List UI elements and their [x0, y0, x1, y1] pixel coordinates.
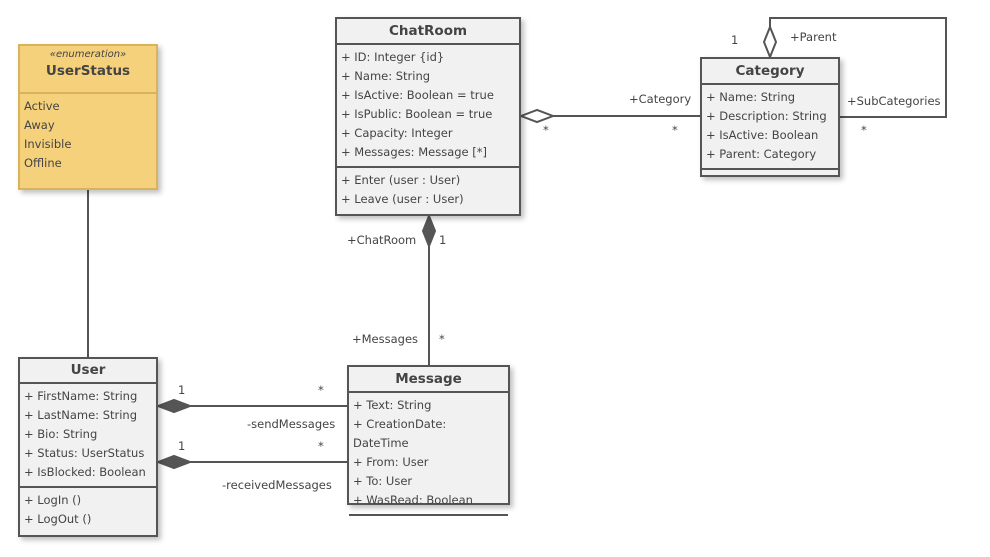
- user-header: User: [20, 359, 156, 384]
- multiplicity: *: [861, 123, 867, 137]
- attribute: + Status: UserStatus: [24, 446, 145, 460]
- operation: + Leave (user : User): [341, 192, 464, 206]
- multiplicity: *: [439, 332, 445, 346]
- user-attributes: + FirstName: String + LastName: String + B…: [20, 384, 156, 486]
- attribute: + IsActive: Boolean = true: [341, 88, 494, 102]
- category-attributes: + Name: String + Description: String + IsA…: [702, 85, 838, 168]
- attribute: + CreationDate: DateTime: [353, 417, 447, 450]
- operation: + Enter (user : User): [341, 173, 461, 187]
- role-label: +SubCategories: [847, 94, 941, 108]
- multiplicity: 1: [731, 33, 739, 47]
- user-name: User: [70, 362, 106, 378]
- chatroom-attributes: + ID: Integer {id} + Name: String + IsActi…: [337, 45, 519, 166]
- role-label: -sendMessages: [247, 417, 336, 431]
- role-label: +Parent: [790, 30, 837, 44]
- multiplicity: 1: [178, 439, 186, 453]
- userstatus-header: «enumeration» UserStatus: [20, 46, 156, 94]
- composition-diamond: [155, 454, 193, 470]
- role-label: +ChatRoom: [347, 233, 417, 247]
- stereotype: «enumeration»: [49, 49, 127, 60]
- attribute: + IsPublic: Boolean = true: [341, 107, 493, 121]
- multiplicity: *: [672, 123, 678, 137]
- attribute: + From: User: [353, 455, 429, 469]
- chatroom-name: ChatRoom: [388, 23, 468, 39]
- composition-diamond: [421, 213, 437, 249]
- enum-literal: Invisible: [24, 137, 72, 151]
- role-label: -receivedMessages: [222, 478, 332, 492]
- message-operations: [349, 514, 508, 522]
- attribute: + WasRead: Boolean: [353, 493, 473, 507]
- userstatus-name: UserStatus: [45, 63, 131, 79]
- category-header: Category: [702, 59, 838, 85]
- attribute: + Messages: Message [*]: [341, 145, 487, 159]
- enum-literal: Offline: [24, 156, 62, 170]
- multiplicity: 1: [178, 383, 186, 397]
- attribute: + IsActive: Boolean: [706, 128, 819, 142]
- attribute: + Text: String: [353, 398, 432, 412]
- attribute: + Description: String: [706, 109, 827, 123]
- enum-literal: Active: [24, 99, 60, 113]
- message-name: Message: [395, 371, 462, 387]
- message-attributes: + Text: String + CreationDate: DateTime + …: [349, 393, 508, 514]
- chatroom-operations: + Enter (user : User) + Leave (user : Use…: [337, 166, 519, 213]
- category-operations: [702, 168, 838, 176]
- chatroom-class[interactable]: ChatRoom + ID: Integer {id} + Name: String…: [335, 17, 521, 216]
- composition-diamond: [155, 398, 193, 414]
- category-class[interactable]: Category + Name: String + Description: Str…: [700, 57, 840, 177]
- userstatus-class[interactable]: «enumeration» UserStatus Active Away Invisib…: [18, 44, 158, 190]
- attribute: + FirstName: String: [24, 389, 138, 403]
- attribute: + Bio: String: [24, 427, 98, 441]
- aggregation-diamond: [762, 24, 778, 60]
- attribute: + LastName: String: [24, 408, 138, 422]
- role-label: +Messages: [352, 332, 419, 346]
- message-class[interactable]: Message + Text: String + CreationDate: Dat…: [347, 365, 510, 516]
- message-header: Message: [349, 367, 508, 393]
- role-label: +Category: [629, 92, 692, 106]
- multiplicity: 1: [439, 233, 447, 247]
- category-name: Category: [735, 63, 805, 79]
- chatroom-header: ChatRoom: [337, 19, 519, 45]
- enum-literals: Active Away Invisible Offline: [20, 94, 156, 177]
- aggregation-diamond: [518, 108, 556, 124]
- operation: + LogIn (): [24, 493, 82, 507]
- attribute: + ID: Integer {id}: [341, 50, 445, 64]
- multiplicity: *: [318, 383, 324, 397]
- operation: + LogOut (): [24, 512, 92, 526]
- multiplicity: *: [543, 123, 549, 137]
- attribute: + Capacity: Integer: [341, 126, 453, 140]
- attribute: + IsBlocked: Boolean: [24, 465, 146, 479]
- attribute: + Name: String: [341, 69, 431, 83]
- user-operations: + LogIn () + LogOut (): [20, 486, 156, 533]
- attribute: + Name: String: [706, 90, 796, 104]
- attribute: + Parent: Category: [706, 147, 817, 161]
- enum-literal: Away: [24, 118, 55, 132]
- multiplicity: *: [318, 439, 324, 453]
- user-class[interactable]: User + FirstName: String + LastName: Strin…: [18, 357, 158, 537]
- attribute: + To: User: [353, 474, 413, 488]
